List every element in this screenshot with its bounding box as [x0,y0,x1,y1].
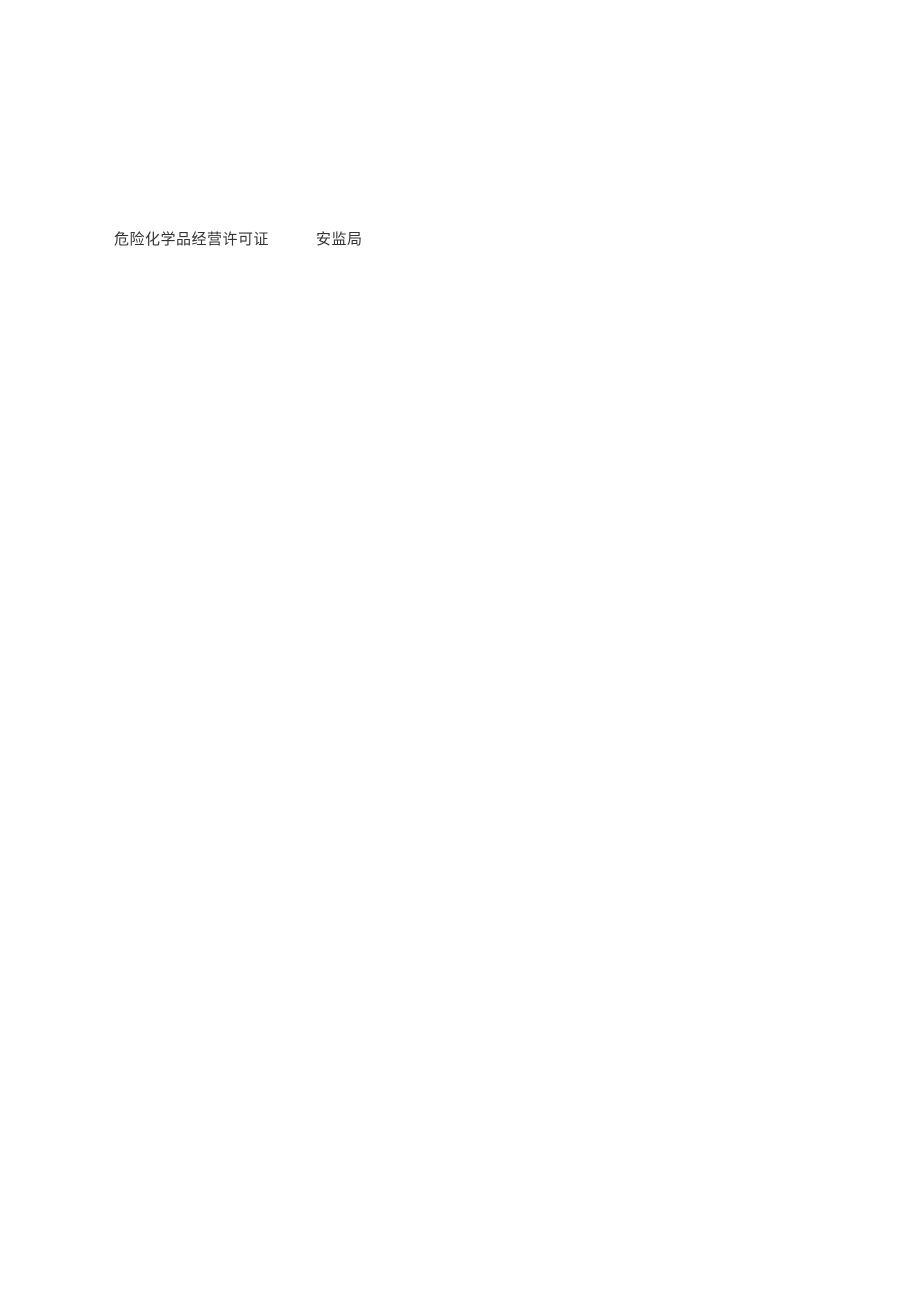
authority-text: 安监局 [316,232,363,248]
permit-name-cell: 危险化学品经营许可证 [114,230,274,251]
permit-name-text: 危险化学品经营许可证 [114,232,269,248]
document-body: 危险化学品经营许可证 安监局 [114,230,416,251]
authority-cell: 安监局 [316,230,416,251]
